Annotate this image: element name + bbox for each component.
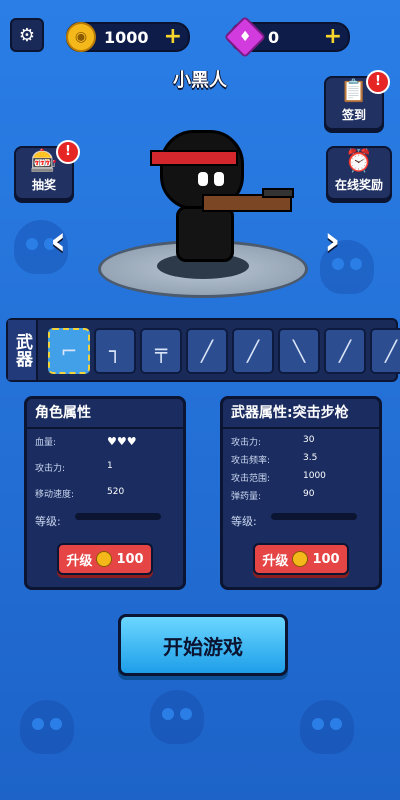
speed-row: 移动速度: 520 bbox=[35, 487, 125, 500]
weapon-attack-row: 攻击力: 30 bbox=[231, 435, 315, 448]
character-stats-panel: 角色属性 血量: ♥♥♥ 攻击力: 1 移动速度: 520 等级: 升级 100 bbox=[24, 396, 186, 590]
coin-counter: ◉ 1000 + bbox=[66, 22, 190, 52]
weapon-bar-label: 武器 bbox=[8, 320, 38, 380]
weapon-rate-row: 攻击频率: 3.5 bbox=[231, 453, 318, 466]
settings-gear-icon[interactable]: ⚙ bbox=[10, 18, 44, 52]
lottery-button[interactable]: 🎰 抽奖 ! bbox=[14, 140, 80, 200]
weapon-range-row: 攻击范围: 1000 bbox=[231, 471, 326, 484]
character-stats-title: 角色属性 bbox=[27, 399, 183, 429]
gem-counter: ♦ 0 + bbox=[223, 15, 350, 59]
clock-icon: ⏰ bbox=[345, 149, 373, 174]
weapon-slot-assault-rifle-icon[interactable]: ⌐ bbox=[48, 328, 90, 374]
add-gems-button[interactable]: + bbox=[324, 24, 342, 50]
weapon-ammo-row: 弹药量: 90 bbox=[231, 489, 315, 502]
online-reward-button[interactable]: ⏰ 在线奖励 bbox=[326, 146, 392, 200]
weapon-level-bar bbox=[271, 513, 357, 520]
hp-row: 血量: ♥♥♥ bbox=[35, 435, 137, 448]
signin-alert-badge: ! bbox=[366, 70, 390, 94]
upgrade-character-button[interactable]: 升级 100 bbox=[57, 543, 153, 575]
weapon-slot-shotgun-icon[interactable]: ╱ bbox=[186, 328, 228, 374]
add-coins-button[interactable]: + bbox=[164, 24, 182, 50]
weapon-slot-rocket-launcher-icon[interactable]: ╱ bbox=[370, 328, 400, 374]
weapon-level-row: 等级: bbox=[231, 515, 257, 528]
coin-icon: ◉ bbox=[66, 22, 96, 52]
signin-button[interactable]: 📋 签到 ! bbox=[324, 70, 390, 130]
lottery-label: 抽奖 bbox=[31, 178, 56, 192]
weapon-slot-laser-gun-icon[interactable]: ╲ bbox=[278, 328, 320, 374]
weapon-selector: 武器 ⌐ ┐ ╤ ╱ ╱ ╲ ╱ ╱ bbox=[6, 318, 400, 382]
character-level-bar bbox=[75, 513, 161, 520]
coin-icon bbox=[96, 551, 113, 567]
weapon-slot-pistol-icon[interactable]: ┐ bbox=[94, 328, 136, 374]
attack-row: 攻击力: 1 bbox=[35, 461, 113, 474]
signin-label: 签到 bbox=[341, 108, 366, 122]
level-row: 等级: bbox=[35, 515, 61, 528]
start-game-button[interactable]: 开始游戏 bbox=[118, 614, 288, 676]
prev-character-arrow-icon[interactable]: ‹ bbox=[50, 218, 66, 264]
top-bar: ⚙ ◉ 1000 + ♦ 0 + bbox=[10, 15, 390, 59]
lottery-alert-badge: ! bbox=[56, 140, 80, 164]
upgrade-weapon-button[interactable]: 升级 100 bbox=[253, 543, 349, 575]
character-sprite bbox=[150, 130, 294, 270]
weapon-slot-heavy-rifle-icon[interactable]: ╱ bbox=[232, 328, 274, 374]
weapon-slot-sniper-rifle-icon[interactable]: ╱ bbox=[324, 328, 366, 374]
coin-icon bbox=[292, 551, 309, 567]
coin-amount: 1000 bbox=[104, 27, 149, 47]
weapon-slot-submachine-gun-icon[interactable]: ╤ bbox=[140, 328, 182, 374]
weapon-stats-title: 武器属性:突击步枪 bbox=[223, 399, 379, 429]
gem-icon: ♦ bbox=[223, 15, 267, 59]
next-character-arrow-icon[interactable]: › bbox=[324, 218, 340, 264]
gem-amount: 0 bbox=[268, 27, 280, 47]
weapon-stats-panel: 武器属性:突击步枪 攻击力: 30 攻击频率: 3.5 攻击范围: 1000 弹药量:… bbox=[220, 396, 382, 590]
hp-hearts-icon: ♥♥♥ bbox=[107, 435, 137, 448]
online-reward-label: 在线奖励 bbox=[334, 178, 383, 192]
